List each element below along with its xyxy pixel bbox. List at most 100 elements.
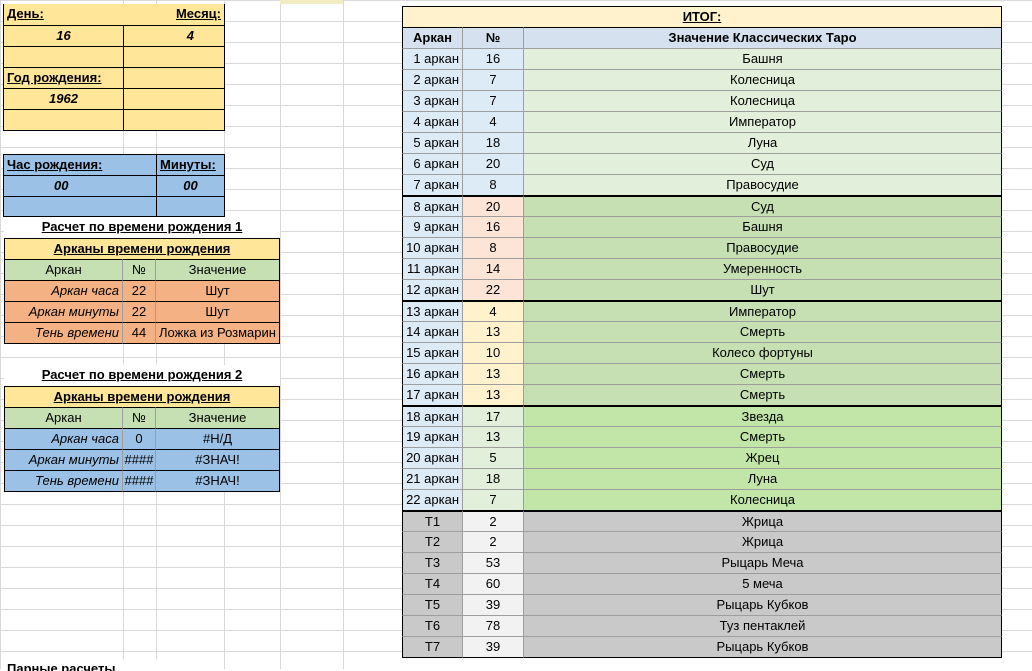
result-row-meaning[interactable]: Смерть [524,363,1002,384]
result-row-label: 21 аркан [402,468,463,489]
result-row-meaning[interactable]: Император [524,111,1002,132]
result-row-num[interactable]: 16 [463,216,524,237]
result-row-meaning[interactable]: 5 меча [524,573,1002,594]
calc1-row-meaning[interactable]: Шут [156,301,280,322]
calc2-row-num[interactable]: #### [123,470,156,492]
result-row-label: Т3 [402,552,463,573]
result-row-meaning[interactable]: Император [524,300,1002,321]
result-row-num[interactable]: 4 [463,300,524,321]
result-row-meaning[interactable]: Туз пентаклей [524,615,1002,636]
result-row-num[interactable]: 8 [463,174,524,195]
result-row-meaning[interactable]: Башня [524,216,1002,237]
result-row-num[interactable]: 53 [463,552,524,573]
result-row-meaning[interactable]: Звезда [524,405,1002,426]
result-row-meaning[interactable]: Смерть [524,384,1002,405]
day-label: День: [4,4,124,25]
result-row-meaning[interactable]: Луна [524,468,1002,489]
result-row-label: 12 аркан [402,279,463,300]
result-row-num[interactable]: 18 [463,132,524,153]
result-row-num[interactable]: 78 [463,615,524,636]
result-row-meaning[interactable]: Колесница [524,69,1002,90]
result-row-num[interactable]: 7 [463,90,524,111]
result-row-num[interactable]: 22 [463,279,524,300]
result-row-label: Т7 [402,636,463,658]
empty-cell[interactable] [156,196,224,217]
day-value-cell[interactable]: 16 [4,25,124,46]
empty-cell[interactable] [4,196,156,217]
result-row-meaning[interactable]: Рыцарь Кубков [524,594,1002,615]
result-row-label: 16 аркан [402,363,463,384]
result-row-num[interactable]: 7 [463,69,524,90]
empty-cell[interactable] [124,46,224,67]
result-row-num[interactable]: 13 [463,321,524,342]
result-row-meaning[interactable]: Смерть [524,321,1002,342]
paired-calculations-label: Парные расчеты [4,659,204,671]
result-row-num[interactable]: 60 [463,573,524,594]
result-row-meaning[interactable]: Правосудие [524,237,1002,258]
result-row-label: Т4 [402,573,463,594]
result-row-num[interactable]: 13 [463,384,524,405]
calc1-row-meaning[interactable]: Шут [156,280,280,301]
result-row-meaning[interactable]: Суд [524,195,1002,216]
result-row-num[interactable]: 5 [463,447,524,468]
minutes-value-cell[interactable]: 00 [156,175,224,196]
month-value-cell[interactable]: 4 [124,25,224,46]
hour-value-cell[interactable]: 00 [4,175,156,196]
result-row-meaning[interactable]: Жрец [524,447,1002,468]
calc2-row-meaning[interactable]: #ЗНАЧ! [156,449,280,470]
result-row-num[interactable]: 39 [463,594,524,615]
hour-label: Час рождения: [4,154,156,175]
result-row-meaning[interactable]: Колесница [524,489,1002,510]
result-row-num[interactable]: 16 [463,48,524,69]
empty-cell[interactable] [124,88,224,109]
result-row-meaning[interactable]: Жрица [524,510,1002,531]
result-row-meaning[interactable]: Башня [524,48,1002,69]
result-row-num[interactable]: 20 [463,195,524,216]
result-row-label: 14 аркан [402,321,463,342]
result-row-meaning[interactable]: Колесница [524,90,1002,111]
result-row-meaning[interactable]: Смерть [524,426,1002,447]
empty-cell[interactable] [4,46,124,67]
result-row-num[interactable]: 13 [463,426,524,447]
grid-column-line [343,0,344,669]
result-row-num[interactable]: 13 [463,363,524,384]
result-row-num[interactable]: 8 [463,237,524,258]
result-row-meaning[interactable]: Шут [524,279,1002,300]
calc1-row-num[interactable]: 22 [123,280,156,301]
result-row-meaning[interactable]: Жрица [524,531,1002,552]
calc2-col-arcana: Аркан [4,407,123,428]
result-row-num[interactable]: 2 [463,510,524,531]
selected-column-marker [280,0,343,4]
result-row-label: Т2 [402,531,463,552]
calc1-row-num[interactable]: 22 [123,301,156,322]
calc2-row-meaning[interactable]: #ЗНАЧ! [156,470,280,492]
empty-cell[interactable] [4,109,124,131]
year-value-cell[interactable]: 1962 [4,88,124,109]
result-row-num[interactable]: 39 [463,636,524,658]
result-row-meaning[interactable]: Колесо фортуны [524,342,1002,363]
result-row-num[interactable]: 10 [463,342,524,363]
calc2-row-num[interactable]: 0 [123,428,156,449]
result-row-num[interactable]: 18 [463,468,524,489]
result-row-meaning[interactable]: Рыцарь Меча [524,552,1002,573]
calc2-row-meaning[interactable]: #Н/Д [156,428,280,449]
result-row-num[interactable]: 2 [463,531,524,552]
calc1-row-num[interactable]: 44 [123,322,156,344]
calc1-header: Арканы времени рождения [4,238,280,259]
result-row-num[interactable]: 14 [463,258,524,279]
result-row-num[interactable]: 20 [463,153,524,174]
result-row-label: 3 аркан [402,90,463,111]
result-row-label: 11 аркан [402,258,463,279]
empty-cell[interactable] [124,67,224,88]
result-row-meaning[interactable]: Умеренность [524,258,1002,279]
empty-cell[interactable] [124,109,224,131]
calc1-row-meaning[interactable]: Ложка из Розмарин [156,322,280,344]
calc2-row-num[interactable]: #### [123,449,156,470]
result-row-meaning[interactable]: Рыцарь Кубков [524,636,1002,658]
result-row-meaning[interactable]: Правосудие [524,174,1002,195]
result-row-num[interactable]: 17 [463,405,524,426]
result-row-num[interactable]: 4 [463,111,524,132]
result-row-meaning[interactable]: Луна [524,132,1002,153]
result-row-meaning[interactable]: Суд [524,153,1002,174]
result-row-num[interactable]: 7 [463,489,524,510]
